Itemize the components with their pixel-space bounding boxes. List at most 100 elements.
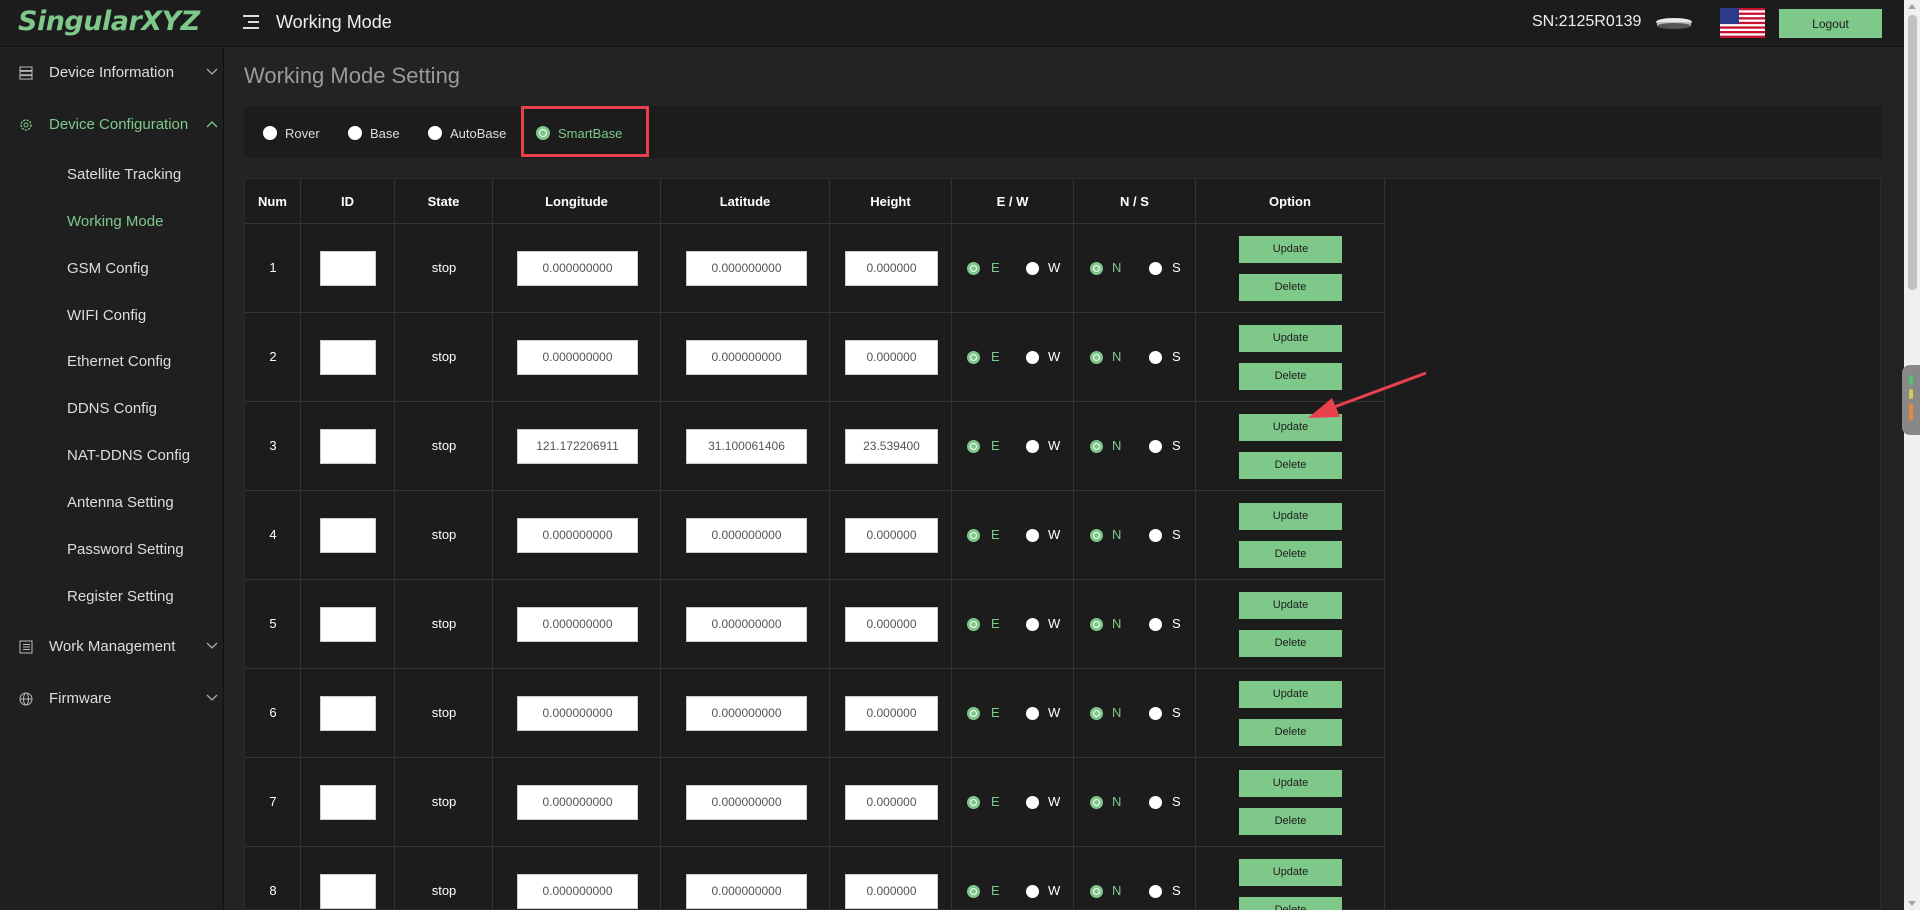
latitude-input[interactable]: 0.000000000 xyxy=(686,696,807,731)
update-button[interactable]: Update xyxy=(1239,770,1342,797)
scroll-thumb[interactable] xyxy=(1908,15,1917,290)
west-radio[interactable] xyxy=(1026,885,1039,898)
latitude-input[interactable]: 0.000000000 xyxy=(686,785,807,820)
sidebar-subitem-wifi-config[interactable]: WIFI Config xyxy=(67,307,146,324)
sidebar-subitem-password-setting[interactable]: Password Setting xyxy=(67,541,184,558)
longitude-input[interactable]: 0.000000000 xyxy=(517,785,638,820)
sidebar-item-firmware[interactable]: Firmware xyxy=(0,677,224,721)
west-radio[interactable] xyxy=(1026,351,1039,364)
floating-side-widget[interactable] xyxy=(1902,365,1920,435)
north-radio[interactable] xyxy=(1090,707,1103,720)
delete-button[interactable]: Delete xyxy=(1239,808,1342,835)
south-radio[interactable] xyxy=(1149,529,1162,542)
west-radio[interactable] xyxy=(1026,440,1039,453)
height-input[interactable]: 0.000000 xyxy=(845,607,938,642)
north-radio[interactable] xyxy=(1090,529,1103,542)
scroll-down-arrow-icon[interactable] xyxy=(1908,901,1916,906)
north-radio[interactable] xyxy=(1090,618,1103,631)
sidebar-subitem-working-mode[interactable]: Working Mode xyxy=(67,213,163,230)
update-button[interactable]: Update xyxy=(1239,325,1342,352)
north-radio[interactable] xyxy=(1090,351,1103,364)
south-radio[interactable] xyxy=(1149,707,1162,720)
west-radio[interactable] xyxy=(1026,262,1039,275)
latitude-input[interactable]: 0.000000000 xyxy=(686,607,807,642)
latitude-input[interactable]: 0.000000000 xyxy=(686,518,807,553)
south-radio[interactable] xyxy=(1149,440,1162,453)
height-input[interactable]: 0.000000 xyxy=(845,518,938,553)
longitude-input[interactable]: 121.172206911 xyxy=(517,429,638,464)
logout-button[interactable]: Logout xyxy=(1779,9,1882,38)
delete-button[interactable]: Delete xyxy=(1239,363,1342,390)
east-radio[interactable] xyxy=(967,618,980,631)
north-radio[interactable] xyxy=(1090,796,1103,809)
east-radio[interactable] xyxy=(967,351,980,364)
height-input[interactable]: 0.000000 xyxy=(845,785,938,820)
sidebar-subitem-ethernet-config[interactable]: Ethernet Config xyxy=(67,353,171,370)
update-button[interactable]: Update xyxy=(1239,414,1342,441)
latitude-input[interactable]: 31.100061406 xyxy=(686,429,807,464)
height-input[interactable]: 0.000000 xyxy=(845,251,938,286)
height-input[interactable]: 0.000000 xyxy=(845,340,938,375)
radio-button[interactable] xyxy=(428,126,442,140)
menu-toggle-icon[interactable] xyxy=(243,15,259,29)
delete-button[interactable]: Delete xyxy=(1239,541,1342,568)
longitude-input[interactable]: 0.000000000 xyxy=(517,607,638,642)
update-button[interactable]: Update xyxy=(1239,503,1342,530)
sidebar-subitem-antenna-setting[interactable]: Antenna Setting xyxy=(67,494,174,511)
longitude-input[interactable]: 0.000000000 xyxy=(517,340,638,375)
delete-button[interactable]: Delete xyxy=(1239,274,1342,301)
delete-button[interactable]: Delete xyxy=(1239,719,1342,746)
east-radio[interactable] xyxy=(967,796,980,809)
south-radio[interactable] xyxy=(1149,885,1162,898)
sidebar-subitem-register-setting[interactable]: Register Setting xyxy=(67,588,174,605)
longitude-input[interactable]: 0.000000000 xyxy=(517,874,638,909)
id-input[interactable] xyxy=(320,429,376,464)
sidebar-subitem-nat-ddns-config[interactable]: NAT-DDNS Config xyxy=(67,447,190,464)
east-radio[interactable] xyxy=(967,440,980,453)
update-button[interactable]: Update xyxy=(1239,681,1342,708)
sidebar-item-device-information[interactable]: Device Information xyxy=(0,51,224,95)
sidebar-subitem-ddns-config[interactable]: DDNS Config xyxy=(67,400,157,417)
south-radio[interactable] xyxy=(1149,351,1162,364)
east-radio[interactable] xyxy=(967,262,980,275)
delete-button[interactable]: Delete xyxy=(1239,630,1342,657)
longitude-input[interactable]: 0.000000000 xyxy=(517,518,638,553)
north-radio[interactable] xyxy=(1090,440,1103,453)
update-button[interactable]: Update xyxy=(1239,592,1342,619)
sidebar-subitem-satellite-tracking[interactable]: Satellite Tracking xyxy=(67,166,181,183)
south-radio[interactable] xyxy=(1149,618,1162,631)
id-input[interactable] xyxy=(320,607,376,642)
east-radio[interactable] xyxy=(967,707,980,720)
longitude-input[interactable]: 0.000000000 xyxy=(517,251,638,286)
id-input[interactable] xyxy=(320,251,376,286)
height-input[interactable]: 23.539400 xyxy=(845,429,938,464)
vertical-scrollbar[interactable] xyxy=(1904,0,1920,910)
id-input[interactable] xyxy=(320,874,376,909)
id-input[interactable] xyxy=(320,518,376,553)
latitude-input[interactable]: 0.000000000 xyxy=(686,874,807,909)
south-radio[interactable] xyxy=(1149,796,1162,809)
west-radio[interactable] xyxy=(1026,707,1039,720)
sidebar-item-device-configuration[interactable]: Device Configuration xyxy=(0,103,224,147)
north-radio[interactable] xyxy=(1090,885,1103,898)
id-input[interactable] xyxy=(320,696,376,731)
latitude-input[interactable]: 0.000000000 xyxy=(686,340,807,375)
sidebar-item-work-management[interactable]: Work Management xyxy=(0,625,224,669)
radio-button[interactable] xyxy=(348,126,362,140)
north-radio[interactable] xyxy=(1090,262,1103,275)
update-button[interactable]: Update xyxy=(1239,236,1342,263)
latitude-input[interactable]: 0.000000000 xyxy=(686,251,807,286)
id-input[interactable] xyxy=(320,340,376,375)
west-radio[interactable] xyxy=(1026,618,1039,631)
west-radio[interactable] xyxy=(1026,796,1039,809)
south-radio[interactable] xyxy=(1149,262,1162,275)
sidebar-subitem-gsm-config[interactable]: GSM Config xyxy=(67,260,149,277)
height-input[interactable]: 0.000000 xyxy=(845,874,938,909)
west-radio[interactable] xyxy=(1026,529,1039,542)
east-radio[interactable] xyxy=(967,529,980,542)
delete-button[interactable]: Delete xyxy=(1239,897,1342,910)
longitude-input[interactable]: 0.000000000 xyxy=(517,696,638,731)
id-input[interactable] xyxy=(320,785,376,820)
update-button[interactable]: Update xyxy=(1239,859,1342,886)
scroll-up-arrow-icon[interactable] xyxy=(1908,4,1916,9)
